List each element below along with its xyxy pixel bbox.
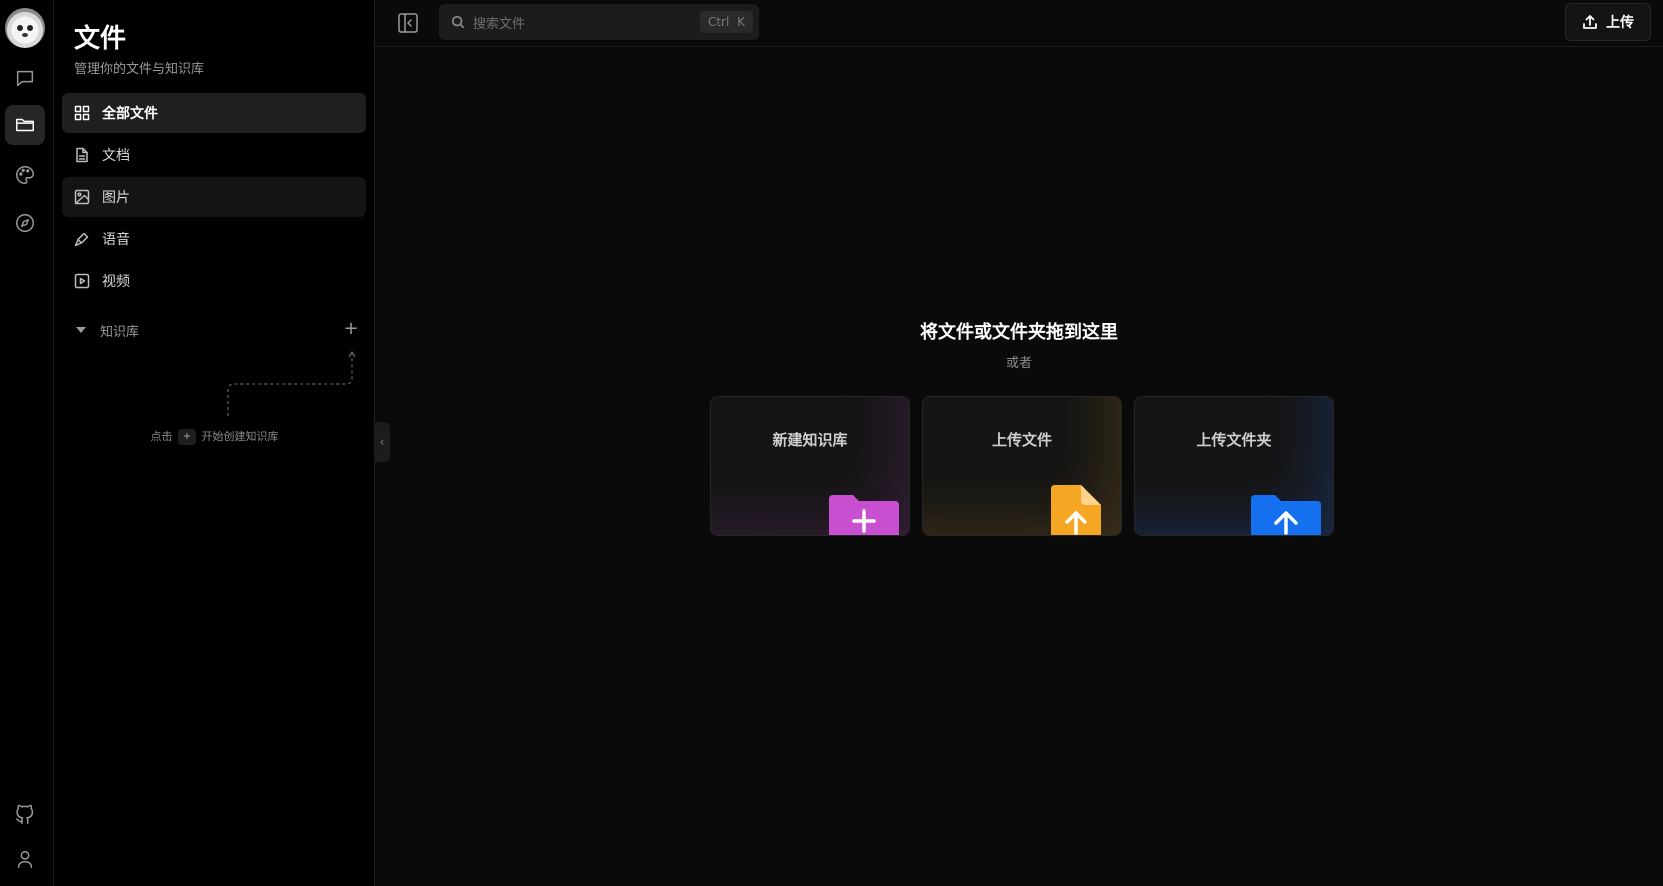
caret-down-icon xyxy=(76,327,86,333)
user-icon xyxy=(17,850,33,868)
sidebar-item-label: 全部文件 xyxy=(102,106,158,122)
files-sidebar: 文件 管理你的文件与知识库 全部文件 文档 图片 语音 视频 知识库 + 点击 … xyxy=(54,0,375,886)
upload-folder-card[interactable]: 上传文件夹 xyxy=(1134,396,1334,536)
folder-plus-icon xyxy=(829,495,899,535)
video-icon xyxy=(74,273,90,289)
app-window: 文件 管理你的文件与知识库 全部文件 文档 图片 语音 视频 知识库 + 点击 … xyxy=(0,0,1663,886)
grid-icon xyxy=(74,105,90,121)
rail-discover-button[interactable] xyxy=(5,203,45,243)
sidebar-item-audio[interactable]: 语音 xyxy=(62,219,366,259)
folder-upload-icon xyxy=(1251,495,1321,535)
card-label: 上传文件 xyxy=(991,431,1052,449)
upload-label: 上传 xyxy=(1606,15,1634,31)
card-label: 新建知识库 xyxy=(772,431,848,449)
collapse-sidebar-handle[interactable]: ‹ xyxy=(374,422,390,462)
dropzone-or: 或者 xyxy=(1005,356,1032,371)
chevron-left-icon: ‹ xyxy=(379,435,385,449)
sidebar-toggle-icon xyxy=(398,13,418,33)
chat-icon xyxy=(16,70,34,87)
rail-user-button[interactable] xyxy=(5,839,45,879)
search-input[interactable]: 搜索文件 Ctrl K xyxy=(439,4,759,40)
github-icon xyxy=(16,804,34,824)
search-icon xyxy=(451,15,465,29)
dropzone-title: 将文件或文件夹拖到这里 xyxy=(920,322,1118,343)
knowledge-base-section[interactable]: 知识库 + xyxy=(74,318,368,342)
rail-files-button[interactable] xyxy=(5,105,45,145)
add-knowledge-base-button[interactable]: + xyxy=(342,318,360,342)
upload-file-card[interactable]: 上传文件 xyxy=(922,396,1122,536)
sidebar-item-images[interactable]: 图片 xyxy=(62,177,366,217)
microphone-icon xyxy=(74,232,89,247)
avatar[interactable] xyxy=(5,8,45,48)
icon-rail xyxy=(0,0,54,886)
knowledge-base-label: 知识库 xyxy=(100,324,140,340)
page-title: 文件 xyxy=(74,24,127,54)
sidebar-item-label: 文档 xyxy=(102,148,130,164)
sidebar-item-label: 视频 xyxy=(102,274,130,290)
palette-icon xyxy=(16,166,34,184)
folder-icon xyxy=(16,118,34,132)
sidebar-item-label: 图片 xyxy=(102,190,130,206)
compass-icon xyxy=(16,214,34,232)
card-label: 上传文件夹 xyxy=(1196,431,1272,449)
new-knowledge-base-card[interactable]: 新建知识库 xyxy=(710,396,910,536)
sidebar-item-video[interactable]: 视频 xyxy=(62,261,366,301)
search-shortcut: Ctrl K xyxy=(699,11,753,33)
rail-palette-button[interactable] xyxy=(5,155,45,195)
sidebar-item-documents[interactable]: 文档 xyxy=(62,135,366,175)
upload-icon xyxy=(1583,15,1597,29)
search-placeholder: 搜索文件 xyxy=(473,16,526,32)
sidebar-item-label: 语音 xyxy=(102,232,130,248)
top-bar: 搜索文件 Ctrl K 上传 xyxy=(375,0,1663,47)
file-upload-icon xyxy=(1051,485,1101,535)
rail-chat-button[interactable] xyxy=(5,58,45,98)
page-subtitle: 管理你的文件与知识库 xyxy=(74,62,205,77)
rail-github-button[interactable] xyxy=(5,795,45,835)
hint-arrow-icon xyxy=(227,351,356,416)
knowledge-base-hint: 点击 + 开始创建知识库 xyxy=(150,429,279,445)
toggle-panel-button[interactable] xyxy=(397,12,419,34)
upload-button[interactable]: 上传 xyxy=(1565,3,1651,41)
sidebar-item-all-files[interactable]: 全部文件 xyxy=(62,93,366,133)
document-icon xyxy=(76,147,88,163)
plus-chip: + xyxy=(178,429,196,445)
image-icon xyxy=(74,189,90,205)
